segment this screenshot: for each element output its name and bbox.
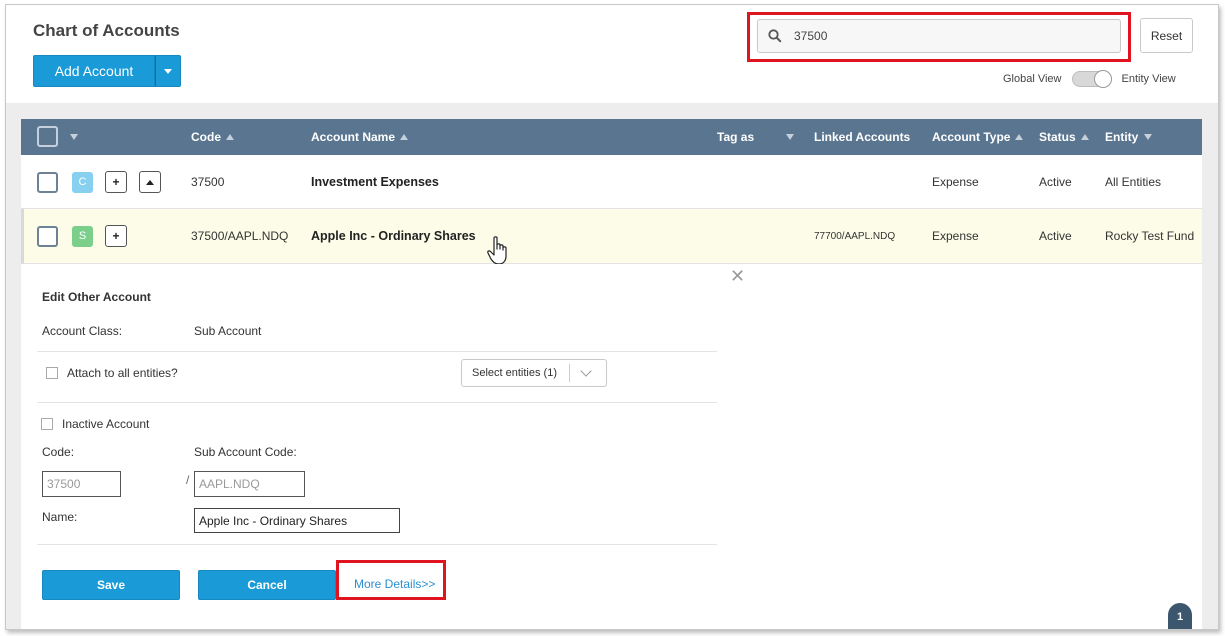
select-entities-label: Select entities (1) <box>462 364 570 382</box>
column-linked-accounts[interactable]: Linked Accounts <box>814 119 910 155</box>
account-type-cell: Expense <box>932 229 979 243</box>
account-name-cell[interactable]: Investment Expenses <box>311 155 439 209</box>
close-icon[interactable]: ✕ <box>730 266 745 287</box>
column-entity-label: Entity <box>1105 130 1139 144</box>
column-status[interactable]: Status <box>1039 119 1089 155</box>
chevron-down-icon <box>580 365 592 377</box>
sort-up-icon <box>1015 134 1024 140</box>
linked-accounts-cell: 77700/AAPL.NDQ <box>814 230 896 242</box>
table-header: Code Account Name Tag as Linked Accounts… <box>21 119 1202 155</box>
caret-down-icon <box>164 68 172 74</box>
column-account-type-label: Account Type <box>932 130 1011 144</box>
column-linked-accounts-label: Linked Accounts <box>814 130 911 144</box>
sub-account-code-label: Sub Account Code: <box>194 445 297 459</box>
column-account-name-label: Account Name <box>311 130 396 144</box>
code-cell: 37500/AAPL.NDQ <box>191 229 289 243</box>
save-button[interactable]: Save <box>42 570 180 600</box>
edit-panel-title: Edit Other Account <box>42 290 151 304</box>
page-title: Chart of Accounts <box>33 21 180 40</box>
add-sub-account-button[interactable]: + <box>105 171 127 193</box>
column-code-label: Code <box>191 130 221 144</box>
column-code[interactable]: Code <box>191 119 234 155</box>
entity-cell: All Entities <box>1105 175 1162 189</box>
column-account-type[interactable]: Account Type <box>932 119 1024 155</box>
search-input[interactable] <box>794 29 1094 43</box>
account-type-cell: Expense <box>932 175 979 189</box>
entity-view-label: Entity View <box>1121 73 1176 85</box>
divider <box>37 544 717 545</box>
add-sub-account-button[interactable]: + <box>105 225 127 247</box>
sort-up-icon <box>1080 134 1089 140</box>
code-cell: 37500 <box>191 175 225 189</box>
attach-all-checkbox[interactable] <box>46 367 58 379</box>
column-status-label: Status <box>1039 130 1076 144</box>
select-entities-dropdown[interactable]: Select entities (1) <box>461 359 607 387</box>
code-field[interactable] <box>42 471 121 497</box>
entity-cell: Rocky Test Fund <box>1105 229 1195 243</box>
account-class-value: Sub Account <box>194 324 262 338</box>
status-cell: Active <box>1039 229 1072 243</box>
row-checkbox[interactable] <box>37 225 58 247</box>
chevron-up-icon <box>146 179 154 185</box>
divider <box>37 402 717 403</box>
header: Chart of Accounts Add Account Reset Glob… <box>6 5 1218 103</box>
more-details-highlight-box <box>336 560 446 600</box>
column-account-name[interactable]: Account Name <box>311 119 409 155</box>
caret-down-icon <box>1144 134 1153 140</box>
select-all-checkbox[interactable] <box>37 126 58 147</box>
reset-button[interactable]: Reset <box>1140 18 1193 53</box>
column-tag-as-label: Tag as <box>717 130 755 144</box>
caret-down-icon <box>786 134 795 140</box>
account-name-cell[interactable]: Apple Inc - Ordinary Shares <box>311 209 476 263</box>
sort-up-icon <box>400 134 409 140</box>
attach-all-label: Attach to all entities? <box>67 366 178 380</box>
name-label: Name: <box>42 510 78 524</box>
code-separator: / <box>186 473 190 487</box>
search-icon <box>768 29 782 43</box>
sort-up-icon <box>226 134 234 140</box>
account-class-badge: S <box>72 225 93 247</box>
add-account-dropdown-button[interactable] <box>155 55 181 87</box>
edit-account-panel: ✕ Edit Other Account Account Class: Sub … <box>21 264 1202 629</box>
app-window: Chart of Accounts Add Account Reset Glob… <box>5 4 1219 630</box>
accounts-table: Code Account Name Tag as Linked Accounts… <box>21 119 1202 629</box>
caret-down-icon <box>70 134 78 140</box>
table-row[interactable]: C + 37500 Investment Expenses Expense Ac… <box>21 155 1202 209</box>
divider <box>37 351 717 352</box>
inactive-account-checkbox[interactable] <box>41 418 53 430</box>
sub-account-code-field[interactable] <box>194 471 305 497</box>
name-field[interactable] <box>194 508 400 533</box>
toggle-knob <box>1093 70 1112 88</box>
search-box[interactable] <box>757 19 1121 53</box>
hand-cursor-icon <box>487 236 507 265</box>
column-entity[interactable]: Entity <box>1105 119 1153 155</box>
view-toggle: Global View Entity View <box>1003 70 1176 88</box>
global-view-label: Global View <box>1003 73 1062 85</box>
table-row[interactable]: S + 37500/AAPL.NDQ Apple Inc - Ordinary … <box>21 209 1202 265</box>
code-label: Code: <box>42 445 75 459</box>
collapse-button[interactable] <box>139 171 161 193</box>
page-number-badge[interactable]: 1 <box>1168 603 1192 629</box>
inactive-account-label: Inactive Account <box>62 417 150 431</box>
column-tag-as[interactable]: Tag as <box>717 119 795 155</box>
account-class-label: Account Class: <box>42 324 123 338</box>
view-toggle-switch[interactable] <box>1071 70 1112 88</box>
select-menu-caret[interactable] <box>64 119 78 155</box>
account-class-badge: C <box>72 171 93 193</box>
cancel-button[interactable]: Cancel <box>198 570 336 600</box>
status-cell: Active <box>1039 175 1072 189</box>
add-account-button-group: Add Account <box>33 55 181 87</box>
row-checkbox[interactable] <box>37 171 58 193</box>
add-account-button[interactable]: Add Account <box>33 55 155 87</box>
